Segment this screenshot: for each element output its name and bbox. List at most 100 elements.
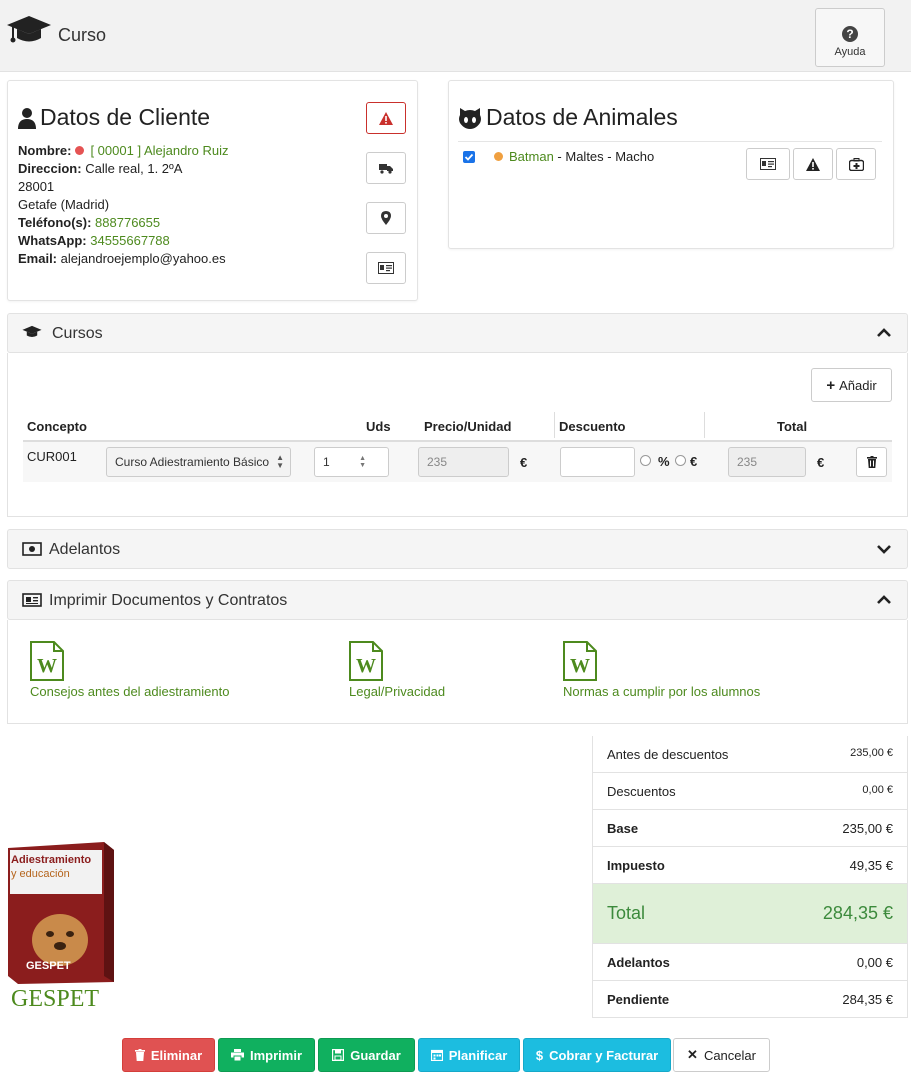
trash-icon	[134, 1049, 145, 1061]
currency-symbol: €	[520, 455, 528, 470]
animal-card-button[interactable]	[746, 148, 790, 180]
word-document-icon: W	[563, 641, 597, 681]
chevron-up-icon[interactable]	[877, 593, 891, 608]
id-card-icon	[760, 158, 776, 170]
euro-radio[interactable]	[675, 455, 686, 466]
print-icon	[230, 1049, 244, 1061]
truck-icon	[379, 163, 393, 174]
col-divider	[554, 412, 555, 438]
truck-button[interactable]	[366, 152, 406, 184]
status-dot	[75, 146, 85, 155]
medical-kit-icon	[848, 157, 864, 171]
map-marker-button[interactable]	[366, 202, 406, 234]
divider	[458, 141, 882, 142]
animal-status-dot	[494, 152, 503, 161]
doc-link-normas[interactable]: W Normas a cumplir por los alumnos	[563, 641, 760, 699]
col-total: Total	[777, 419, 808, 434]
col-uds: Uds	[366, 419, 391, 434]
col-precio: Precio/Unidad	[424, 419, 512, 434]
question-icon: ?	[842, 26, 858, 42]
curso-select[interactable]: Curso Adiestramiento Básico ▲ ▼	[106, 447, 291, 477]
medical-kit-button[interactable]	[836, 148, 876, 180]
euro-label: €	[690, 454, 698, 469]
id-card-icon	[378, 262, 394, 274]
total-row-base: Base 235,00 €	[592, 810, 908, 847]
uds-input[interactable]: 1 ▲ ▼	[314, 447, 389, 477]
word-document-icon: W	[30, 641, 64, 681]
warning-icon	[379, 111, 393, 125]
dollar-icon: $	[535, 1047, 544, 1063]
precio-input: 235	[418, 447, 509, 477]
add-button[interactable]: + Añadir	[811, 368, 892, 402]
percent-label: %	[658, 454, 670, 469]
adelantos-section-header[interactable]: Adelantos	[7, 529, 908, 569]
animal-warning-button[interactable]	[793, 148, 833, 180]
charge-invoice-button[interactable]: $ Cobrar y Facturar	[523, 1038, 671, 1072]
doc-link-legal[interactable]: W Legal/Privacidad	[349, 641, 445, 699]
graduation-cap-icon	[6, 14, 52, 49]
graduation-cap-icon	[22, 325, 42, 342]
save-button[interactable]: Guardar	[318, 1038, 415, 1072]
client-name-link[interactable]: [ 00001 ] Alejandro Ruiz	[90, 143, 228, 158]
word-document-icon: W	[349, 641, 383, 681]
animal-checkbox[interactable]	[463, 151, 475, 163]
plus-icon: +	[826, 376, 836, 394]
page-title: Curso	[58, 25, 107, 45]
github-cat-icon	[459, 107, 481, 129]
animal-name-link[interactable]: Batman	[509, 149, 554, 164]
select-arrows-icon: ▲ ▼	[276, 453, 284, 470]
svg-text:W: W	[570, 655, 590, 677]
user-icon	[18, 107, 36, 129]
descuento-input[interactable]	[560, 447, 635, 477]
delete-button[interactable]: Eliminar	[122, 1038, 215, 1072]
delete-row-button[interactable]	[856, 447, 887, 477]
client-title: Datos de Cliente	[18, 104, 210, 131]
calendar-icon	[430, 1049, 443, 1061]
plan-button[interactable]: Planificar	[418, 1038, 520, 1072]
money-icon	[22, 542, 42, 559]
phone-link[interactable]: 888776655	[95, 215, 160, 230]
total-row-pendiente: Pendiente 284,35 €	[592, 981, 908, 1018]
documentos-section-header[interactable]: Imprimir Documentos y Contratos	[7, 580, 908, 620]
total-row-impuesto: Impuesto 49,35 €	[592, 847, 908, 884]
stepper-icon[interactable]: ▲ ▼	[359, 455, 366, 469]
chevron-down-icon[interactable]	[877, 542, 891, 557]
col-divider	[704, 412, 705, 438]
product-box-image: Adiestramiento y educación GESPET	[8, 842, 116, 984]
map-marker-icon	[381, 211, 391, 225]
newspaper-icon	[22, 593, 42, 610]
save-icon	[332, 1049, 345, 1061]
col-descuento: Descuento	[559, 419, 626, 434]
id-card-button[interactable]	[366, 252, 406, 284]
svg-text:W: W	[356, 655, 376, 677]
total-row-total: Total 284,35 €	[592, 884, 908, 944]
animals-title: Datos de Animales	[458, 104, 678, 131]
whatsapp-link[interactable]: 34555667788	[90, 233, 170, 248]
client-info: Nombre:[ 00001 ] Alejandro Ruiz Direccio…	[18, 143, 229, 266]
close-icon: ✕	[687, 1047, 698, 1062]
total-input: 235	[728, 447, 806, 477]
help-button[interactable]: ? Ayuda	[815, 8, 885, 67]
trash-icon	[866, 456, 877, 468]
box-line2: y educación	[11, 868, 70, 880]
total-row-antes: Antes de descuentos 235,00 €	[592, 736, 908, 773]
print-button[interactable]: Imprimir	[218, 1038, 315, 1072]
cancel-button[interactable]: ✕ Cancelar	[673, 1038, 770, 1072]
cursos-section-header[interactable]: Cursos	[7, 313, 908, 353]
top-bar: Curso ? Ayuda	[0, 0, 911, 72]
row-code: CUR001	[27, 449, 77, 464]
doc-link-consejos[interactable]: W Consejos antes del adiestramiento	[30, 641, 229, 699]
currency-symbol: €	[817, 455, 825, 470]
animal-row: Batman - Maltes - Macho	[490, 149, 654, 164]
percent-radio[interactable]	[640, 455, 651, 466]
svg-text:W: W	[37, 655, 57, 677]
total-row-adelantos: Adelantos 0,00 €	[592, 944, 908, 981]
warning-button[interactable]	[366, 102, 406, 134]
box-brand: GESPET	[26, 960, 71, 972]
col-concepto: Concepto	[27, 419, 87, 434]
help-label: Ayuda	[834, 46, 866, 58]
chevron-up-icon[interactable]	[877, 326, 891, 341]
total-row-descuentos: Descuentos 0,00 €	[592, 773, 908, 810]
warning-icon	[806, 157, 820, 171]
cursos-section-body	[7, 353, 908, 517]
